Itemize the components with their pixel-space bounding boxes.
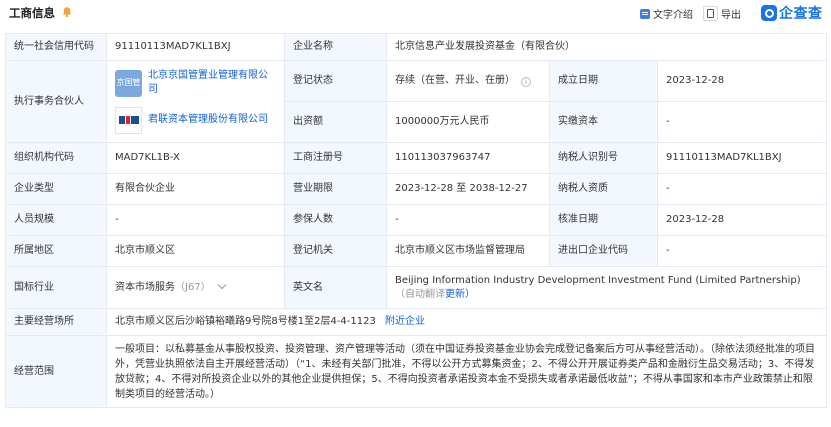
taxpayer-qual-value: - — [656, 173, 828, 205]
table-row: 人员规模 - 参保人数 - 核准日期 2023-12-28 — [5, 204, 828, 236]
approval-date-label: 核准日期 — [549, 204, 658, 236]
english-name-value: Beijing Information Industry Development… — [385, 266, 828, 309]
section-title: 工商信息 — [9, 6, 55, 20]
address-value: 北京市顺义区后沙峪镇裕曦路9号院8号楼1至2层4-4-1123 附近企业 — [105, 308, 828, 336]
brand-name: 企查查 — [779, 6, 823, 22]
auto-translate-note: （自动翻译 — [395, 288, 445, 300]
partner-logo: 京国管 — [115, 69, 142, 97]
reg-status-value: 存续（在营、开业、在册） i — [386, 60, 550, 102]
table-row: 企业类型 有限合伙企业 营业期限 2023-12-28 至 2038-12-27… — [5, 173, 828, 205]
import-export-label: 进出口企业代码 — [549, 235, 658, 267]
partner-cell: 京国管 北京京国管置业管理有限公司 君联资本管理股份有限公司 — [106, 60, 285, 143]
term-label: 营业期限 — [284, 173, 387, 205]
table-row: 所属地区 北京市顺义区 登记机关 北京市顺义区市场监督管理局 进出口企业代码 - — [5, 235, 828, 267]
region-value: 北京市顺义区 — [106, 235, 285, 267]
address-label: 主要经营场所 — [5, 308, 107, 336]
taxpayer-id-label: 纳税人识别号 — [549, 142, 658, 174]
type-value: 有限合伙企业 — [106, 173, 285, 205]
info-icon[interactable]: i — [521, 77, 531, 87]
text-intro-label: 文字介绍 — [653, 10, 693, 21]
partner-item[interactable]: 京国管 北京京国管置业管理有限公司 — [115, 69, 276, 97]
credit-code-value: 91110113MAD7KL1BXJ — [106, 33, 285, 61]
industry-label: 国标行业 — [5, 266, 107, 309]
scope-label: 经营范围 — [5, 335, 107, 408]
table-row: 组织机构代码 MAD7KL1B-X 工商注册号 110113037963747 … — [5, 142, 828, 174]
english-name-label: 英文名 — [284, 266, 387, 309]
table-row: 主要经营场所 北京市顺义区后沙峪镇裕曦路9号院8号楼1至2层4-4-1123 附… — [5, 308, 828, 336]
type-label: 企业类型 — [5, 173, 107, 205]
insured-value: - — [386, 204, 550, 236]
brand-logo: 企查查 — [761, 3, 823, 23]
authority-label: 登记机关 — [284, 235, 387, 267]
capital-label: 出资额 — [284, 101, 387, 143]
company-name-label: 企业名称 — [284, 33, 387, 61]
update-link[interactable]: 更新） — [445, 289, 475, 300]
scope-value: 一般项目：以私募基金从事股权投资、投资管理、资产管理等活动（须在中国证券投资基金… — [105, 335, 828, 408]
company-name-value: 北京信息产业发展投资基金（有限合伙） — [385, 33, 828, 61]
industry-code: （J67） — [175, 281, 211, 293]
insured-label: 参保人数 — [284, 204, 387, 236]
region-label: 所属地区 — [5, 235, 107, 267]
search-logo-icon — [761, 5, 777, 21]
text-intro-button[interactable]: 文字介绍 — [640, 5, 693, 22]
english-name-text: Beijing Information Industry Development… — [395, 274, 801, 286]
reg-status-label: 登记状态 — [284, 60, 387, 102]
capital-value: 1000000万元人民币 — [386, 101, 550, 143]
address-text: 北京市顺义区后沙峪镇裕曦路9号院8号楼1至2层4-4-1123 — [115, 316, 376, 327]
org-code-value: MAD7KL1B-X — [106, 142, 285, 174]
partner-logo — [115, 106, 142, 134]
taxpayer-id-value: 91110113MAD7KL1BXJ — [656, 142, 828, 174]
industry-text: 资本市场服务 — [115, 281, 175, 293]
staff-label: 人员规模 — [5, 204, 107, 236]
partner-item[interactable]: 君联资本管理股份有限公司 — [115, 106, 276, 134]
import-export-value: - — [656, 235, 828, 267]
table-row: 经营范围 一般项目：以私募基金从事股权投资、投资管理、资产管理等活动（须在中国证… — [5, 335, 828, 408]
reg-no-label: 工商注册号 — [284, 142, 387, 174]
taxpayer-qual-label: 纳税人资质 — [549, 173, 658, 205]
credit-code-label: 统一社会信用代码 — [5, 33, 107, 61]
export-label: 导出 — [721, 10, 741, 21]
staff-value: - — [106, 204, 285, 236]
document-icon — [640, 8, 650, 19]
reg-status-text: 存续（在营、开业、在册） — [395, 75, 515, 86]
partner-name-link[interactable]: 北京京国管置业管理有限公司 — [148, 69, 276, 97]
paid-capital-label: 实缴资本 — [549, 101, 658, 143]
org-code-label: 组织机构代码 — [5, 142, 107, 174]
industry-value[interactable]: 资本市场服务（J67） — [106, 266, 285, 309]
table-row: 统一社会信用代码 91110113MAD7KL1BXJ 企业名称 北京信息产业发… — [5, 33, 828, 61]
section-header: 工商信息 文字介绍 导出 企查查 — [0, 0, 831, 27]
term-value: 2023-12-28 至 2038-12-27 — [386, 173, 550, 205]
authority-value: 北京市顺义区市场监督管理局 — [386, 235, 550, 267]
approval-date-value: 2023-12-28 — [656, 204, 828, 236]
bell-icon[interactable] — [61, 6, 73, 18]
reg-no-value: 110113037963747 — [386, 142, 550, 174]
nearby-companies-link[interactable]: 附近企业 — [385, 316, 425, 327]
partner-name-link[interactable]: 君联资本管理股份有限公司 — [148, 113, 268, 127]
table-row: 国标行业 资本市场服务（J67） 英文名 Beijing Information… — [5, 266, 828, 309]
table-row: 执行事务合伙人 京国管 北京京国管置业管理有限公司 君联资本管理股份有限公司 登… — [5, 60, 828, 143]
business-info-table: 统一社会信用代码 91110113MAD7KL1BXJ 企业名称 北京信息产业发… — [5, 33, 828, 408]
est-date-label: 成立日期 — [549, 60, 658, 102]
partner-label: 执行事务合伙人 — [5, 60, 107, 143]
export-button[interactable]: 导出 — [703, 5, 741, 22]
est-date-value: 2023-12-28 — [656, 60, 828, 102]
paid-capital-value: - — [656, 101, 828, 143]
export-icon — [703, 6, 718, 21]
chevron-down-icon[interactable] — [217, 280, 226, 289]
